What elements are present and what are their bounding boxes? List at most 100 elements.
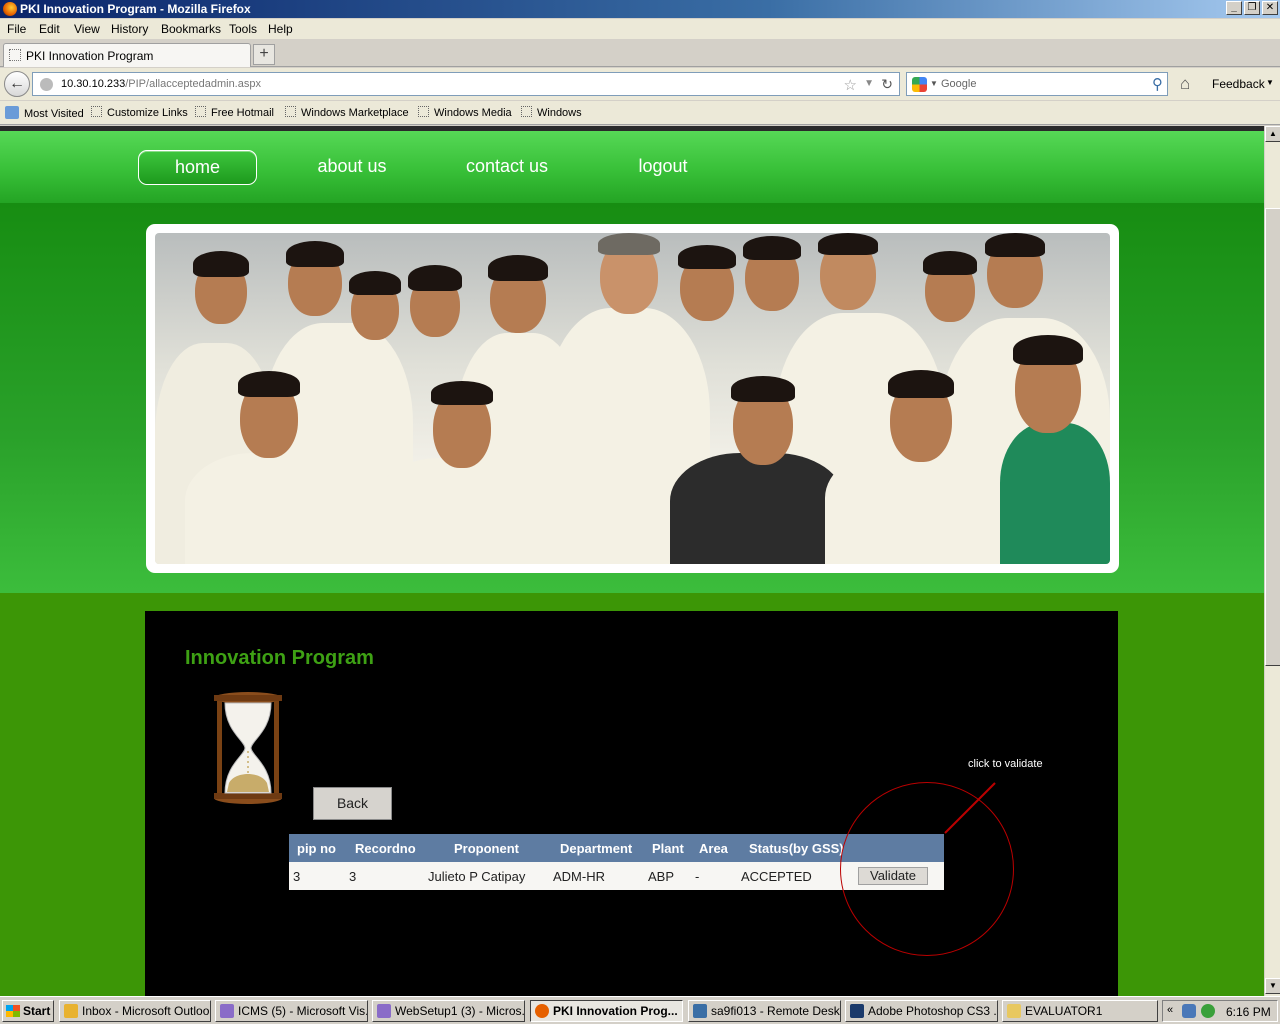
hourglass-icon	[214, 692, 282, 804]
tab-label: PKI Innovation Program	[26, 49, 154, 63]
menu-bookmarks[interactable]: Bookmarks	[161, 22, 221, 36]
folder-icon	[1007, 1004, 1021, 1018]
google-engine-icon[interactable]	[912, 77, 927, 92]
nav-logout[interactable]: logout	[617, 150, 709, 185]
windows-logo-icon	[6, 1005, 20, 1017]
col-status: Status(by GSS)	[749, 841, 844, 856]
windows-taskbar: Start Inbox - Microsoft Outlook ICMS (5)…	[0, 996, 1280, 1024]
bookmarks-bar: Most Visited Customize Links Free Hotmai…	[0, 101, 1280, 125]
history-dropdown-icon[interactable]: ▼	[864, 78, 874, 89]
col-department: Department	[560, 841, 633, 856]
col-area: Area	[699, 841, 728, 856]
menu-edit[interactable]: Edit	[39, 22, 60, 36]
search-bar[interactable]: ▼ Google ⚲	[906, 72, 1168, 96]
scroll-down-arrow-icon[interactable]: ▼	[1265, 978, 1280, 994]
firefox-icon	[3, 2, 17, 16]
col-plant: Plant	[652, 841, 684, 856]
banner-frame	[146, 224, 1119, 573]
menu-bar: File Edit View History Bookmarks Tools H…	[0, 19, 1280, 39]
engine-dropdown-icon[interactable]: ▼	[930, 79, 938, 88]
bookmark-page-icon	[195, 106, 206, 117]
search-icon[interactable]: ⚲	[1152, 75, 1163, 93]
window-title: PKI Innovation Program - Mozilla Firefox	[20, 2, 251, 16]
reload-icon[interactable]: ↻	[881, 76, 893, 93]
new-tab-button[interactable]: +	[253, 44, 275, 65]
photoshop-icon	[850, 1004, 864, 1018]
clock: 6:16 PM	[1226, 1005, 1271, 1019]
cell-recordno: 3	[349, 869, 357, 884]
browser-tab[interactable]: PKI Innovation Program	[3, 43, 251, 67]
feedback-dropdown-icon[interactable]: ▼	[1266, 78, 1274, 87]
most-visited-icon	[5, 106, 19, 119]
navigation-bar: ← 10.30.10.233/PIP/allacceptedadmin.aspx…	[0, 68, 1280, 100]
task-evaluator-folder[interactable]: EVALUATOR1	[1002, 1000, 1158, 1022]
col-pip-no: pip no	[297, 841, 336, 856]
search-placeholder: Google	[941, 78, 977, 90]
nav-home[interactable]: home	[138, 150, 257, 185]
page-viewport: home about us contact us logout Innovati…	[0, 131, 1264, 996]
outlook-icon	[64, 1004, 78, 1018]
cell-plant: ABP	[648, 869, 675, 884]
menu-file[interactable]: File	[7, 22, 26, 36]
tray-expand-icon[interactable]: «	[1167, 1004, 1173, 1016]
menu-help[interactable]: Help	[268, 22, 293, 36]
bookmark-page-icon	[521, 106, 532, 117]
network-icon[interactable]	[1182, 1004, 1196, 1018]
cell-status: ACCEPTED	[741, 869, 812, 884]
back-arrow-icon[interactable]: ←	[4, 71, 30, 97]
vertical-scrollbar[interactable]: ▲ ▼	[1264, 126, 1280, 996]
firefox-icon	[535, 1004, 549, 1018]
content-panel: Innovation Program Back click to validat…	[145, 611, 1118, 996]
site-identity-icon[interactable]	[40, 78, 53, 91]
bookmark-page-icon	[418, 106, 429, 117]
task-photoshop[interactable]: Adobe Photoshop CS3 ...	[845, 1000, 998, 1022]
task-outlook[interactable]: Inbox - Microsoft Outlook	[59, 1000, 211, 1022]
task-firefox-pki[interactable]: PKI Innovation Prog...	[530, 1000, 683, 1022]
bookmark-windows-marketplace[interactable]: Windows Marketplace	[285, 106, 409, 119]
nav-contact-us[interactable]: contact us	[448, 150, 566, 185]
menu-view[interactable]: View	[74, 22, 100, 36]
bookmark-star-icon[interactable]: ☆	[844, 76, 857, 94]
tab-bar: PKI Innovation Program +	[0, 40, 1280, 67]
task-remote-desktop[interactable]: sa9fi013 - Remote Desk...	[688, 1000, 841, 1022]
annotation-circle	[840, 782, 1014, 956]
back-button[interactable]: Back	[313, 787, 392, 820]
feedback-button[interactable]: Feedback	[1212, 77, 1265, 91]
scroll-up-arrow-icon[interactable]: ▲	[1265, 126, 1280, 142]
col-proponent: Proponent	[454, 841, 519, 856]
bookmark-free-hotmail[interactable]: Free Hotmail	[195, 106, 274, 119]
cell-department: ADM-HR	[553, 869, 605, 884]
cell-pip-no: 3	[293, 869, 301, 884]
close-button[interactable]: ✕	[1262, 1, 1278, 15]
visual-studio-icon	[220, 1004, 234, 1018]
team-photo	[155, 233, 1110, 564]
globe-icon[interactable]	[1201, 1004, 1215, 1018]
start-button[interactable]: Start	[2, 1000, 54, 1022]
bookmark-windows-media[interactable]: Windows Media	[418, 106, 512, 119]
menu-tools[interactable]: Tools	[229, 22, 257, 36]
bookmark-page-icon	[91, 106, 102, 117]
system-tray: « 6:16 PM	[1162, 1000, 1278, 1022]
nav-about-us[interactable]: about us	[296, 150, 408, 185]
title-bar: PKI Innovation Program - Mozilla Firefox…	[0, 0, 1280, 18]
cell-area: -	[695, 869, 700, 884]
annotation-label: click to validate	[968, 758, 1043, 770]
bookmark-most-visited[interactable]: Most Visited	[5, 106, 84, 120]
scroll-thumb[interactable]	[1265, 208, 1280, 666]
task-websetup-visual-studio[interactable]: WebSetup1 (3) - Micros...	[372, 1000, 525, 1022]
remote-desktop-icon	[693, 1004, 707, 1018]
page-title: Innovation Program	[185, 647, 374, 669]
minimize-button[interactable]: _	[1226, 1, 1242, 15]
col-recordno: Recordno	[355, 841, 416, 856]
cell-proponent: Julieto P Catipay	[428, 869, 526, 884]
address-bar[interactable]: 10.30.10.233/PIP/allacceptedadmin.aspx ☆…	[32, 72, 900, 96]
task-icms-visual-studio[interactable]: ICMS (5) - Microsoft Vis...	[215, 1000, 368, 1022]
page-favicon-icon	[9, 49, 21, 61]
url-text: 10.30.10.233/PIP/allacceptedadmin.aspx	[61, 78, 261, 90]
bookmark-customize-links[interactable]: Customize Links	[91, 106, 188, 119]
home-icon[interactable]: ⌂	[1180, 74, 1190, 94]
maximize-button[interactable]: ❐	[1244, 1, 1260, 15]
menu-history[interactable]: History	[111, 22, 148, 36]
bookmark-windows[interactable]: Windows	[521, 106, 582, 119]
bookmark-page-icon	[285, 106, 296, 117]
